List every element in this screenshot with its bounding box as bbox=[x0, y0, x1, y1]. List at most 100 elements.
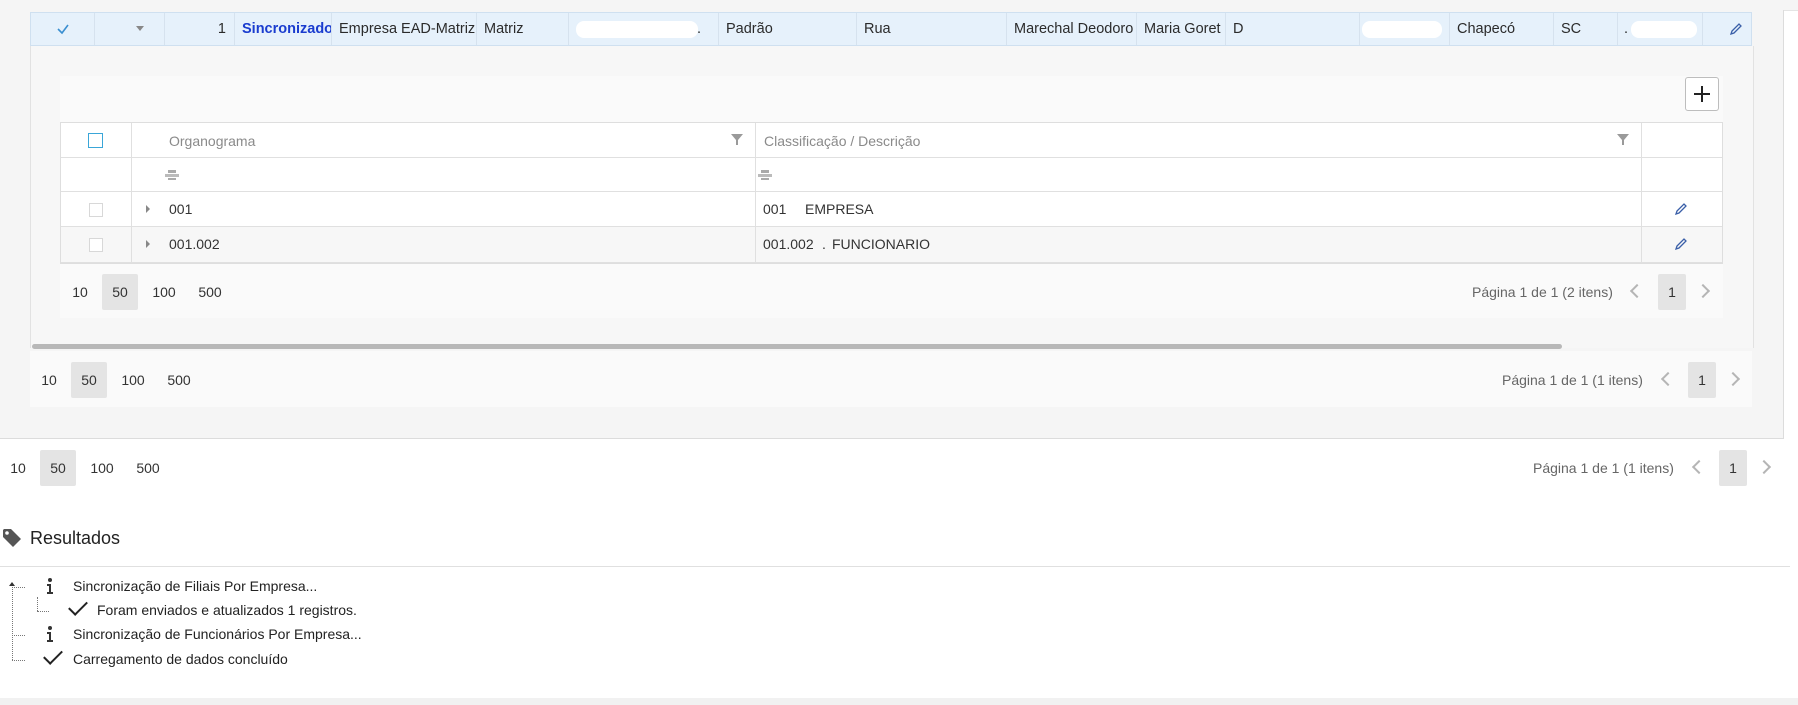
tree-item: Foram enviados e atualizados 1 registros… bbox=[97, 602, 357, 618]
redacted-value bbox=[576, 21, 698, 38]
header-actions bbox=[1642, 123, 1722, 158]
edit-cell[interactable] bbox=[1703, 13, 1751, 45]
page-size-500[interactable]: 500 bbox=[190, 274, 230, 310]
filter-organograma[interactable] bbox=[132, 158, 756, 192]
status-badge: Sincronizado bbox=[235, 13, 332, 45]
page-current[interactable]: 1 bbox=[1658, 274, 1686, 310]
page-current[interactable]: 1 bbox=[1719, 450, 1747, 486]
nome-cell: Maria Goret bbox=[1137, 13, 1226, 45]
header-descricao[interactable]: Classificação / Descrição bbox=[756, 123, 1642, 158]
check-icon bbox=[43, 645, 63, 665]
chevron-left-icon[interactable] bbox=[1691, 459, 1707, 475]
tipo-cell: Matriz bbox=[477, 13, 569, 45]
check-icon bbox=[68, 596, 88, 616]
filter-icon[interactable] bbox=[1616, 133, 1630, 147]
edit-cell[interactable] bbox=[1642, 227, 1722, 263]
table-row[interactable]: 1 Sincronizado Empresa EAD-Matriz Matriz… bbox=[30, 12, 1752, 46]
bottom-bar bbox=[0, 698, 1798, 705]
pencil-icon[interactable] bbox=[1729, 22, 1743, 36]
chevron-right-icon[interactable] bbox=[1725, 371, 1741, 387]
page-current[interactable]: 1 bbox=[1688, 362, 1716, 398]
caret-down-icon[interactable] bbox=[135, 25, 145, 33]
tree-line bbox=[12, 583, 13, 660]
chevron-left-icon[interactable] bbox=[1629, 283, 1645, 299]
page-size-10[interactable]: 10 bbox=[33, 362, 65, 398]
masked-cell: . bbox=[569, 13, 719, 45]
header-organograma[interactable]: Organograma bbox=[132, 123, 756, 158]
row-checkbox[interactable] bbox=[89, 203, 103, 217]
tree-item: Sincronização de Filiais Por Empresa... bbox=[73, 578, 318, 594]
table-row[interactable] bbox=[61, 227, 132, 263]
descricao-cell: 001 EMPRESA bbox=[756, 192, 1642, 227]
tree-item: Sincronização de Funcionários Por Empres… bbox=[73, 626, 362, 642]
logradouro-tipo-cell: Rua bbox=[857, 13, 1007, 45]
caret-right-icon[interactable] bbox=[145, 240, 151, 248]
page-size-50[interactable]: 50 bbox=[40, 450, 76, 486]
plus-icon[interactable] bbox=[1686, 78, 1718, 110]
organograma-cell: 001.002 bbox=[132, 227, 756, 263]
pager-inner: 10 50 100 500 Página 1 de 1 (2 itens) 1 bbox=[62, 274, 1722, 310]
tree-line bbox=[12, 660, 25, 661]
letra-cell: D bbox=[1226, 13, 1360, 45]
page-size-50[interactable]: 50 bbox=[102, 274, 138, 310]
filter-select-cell bbox=[61, 158, 132, 192]
results-title: Resultados bbox=[30, 528, 121, 548]
page-size-500[interactable]: 500 bbox=[159, 362, 199, 398]
chevron-left-icon[interactable] bbox=[1660, 371, 1676, 387]
logradouro-cell: Marechal Deodoro bbox=[1007, 13, 1137, 45]
row-number: 1 bbox=[165, 13, 235, 45]
page-info: Página 1 de 1 (1 itens) bbox=[1502, 372, 1643, 388]
row-select-cell[interactable] bbox=[31, 13, 95, 45]
collapse-icon[interactable] bbox=[8, 580, 16, 588]
filter-icon[interactable] bbox=[730, 133, 744, 147]
page-info: Página 1 de 1 (2 itens) bbox=[1472, 284, 1613, 300]
page-size-10[interactable]: 10 bbox=[64, 274, 96, 310]
tree-line bbox=[37, 611, 49, 612]
filter-options-icon[interactable] bbox=[758, 169, 772, 181]
padrao-cell: Padrão bbox=[719, 13, 857, 45]
redacted-value bbox=[1631, 21, 1697, 38]
masked-cell-3: . bbox=[1618, 13, 1703, 45]
tree-line bbox=[37, 597, 38, 611]
organograma-cell: 001 bbox=[132, 192, 756, 227]
masked-cell-2 bbox=[1360, 13, 1450, 45]
horizontal-scrollbar[interactable] bbox=[32, 344, 1562, 349]
pencil-icon[interactable] bbox=[1674, 237, 1688, 251]
page-size-10[interactable]: 10 bbox=[2, 450, 34, 486]
info-icon bbox=[47, 578, 53, 594]
filter-options-icon[interactable] bbox=[165, 169, 179, 181]
add-button[interactable] bbox=[1685, 77, 1719, 111]
divider bbox=[0, 566, 1790, 567]
filter-actions-cell bbox=[1642, 158, 1722, 192]
header-select[interactable] bbox=[61, 123, 132, 158]
tree-item: Carregamento de dados concluído bbox=[73, 651, 288, 667]
info-icon bbox=[47, 626, 53, 642]
page-size-50[interactable]: 50 bbox=[71, 362, 107, 398]
edit-cell[interactable] bbox=[1642, 192, 1722, 227]
tag-icon bbox=[3, 529, 21, 547]
pager-outer: 10 50 100 500 Página 1 de 1 (1 itens) 1 bbox=[0, 450, 1790, 486]
organograma-grid: Organograma Classificação / Descrição 00… bbox=[60, 122, 1723, 264]
caret-right-icon[interactable] bbox=[145, 205, 151, 213]
page-size-100[interactable]: 100 bbox=[113, 362, 153, 398]
descricao-cell: 001.002 . FUNCIONARIO bbox=[756, 227, 1642, 263]
cidade-cell: Chapecó bbox=[1450, 13, 1554, 45]
redacted-value bbox=[1362, 21, 1442, 38]
empresa-cell: Empresa EAD-Matriz bbox=[332, 13, 477, 45]
page-size-100[interactable]: 100 bbox=[144, 274, 184, 310]
chevron-right-icon[interactable] bbox=[1695, 283, 1711, 299]
uf-cell: SC bbox=[1554, 13, 1618, 45]
row-checkbox[interactable] bbox=[89, 238, 103, 252]
row-expand-cell[interactable] bbox=[95, 13, 165, 45]
page-size-100[interactable]: 100 bbox=[82, 450, 122, 486]
select-all-checkbox[interactable] bbox=[88, 133, 103, 148]
pager-middle: 10 50 100 500 Página 1 de 1 (1 itens) 1 bbox=[31, 362, 1751, 398]
pencil-icon[interactable] bbox=[1674, 202, 1688, 216]
filter-descricao[interactable] bbox=[756, 158, 1642, 192]
chevron-right-icon[interactable] bbox=[1756, 459, 1772, 475]
table-row[interactable] bbox=[61, 192, 132, 227]
tree-line bbox=[12, 635, 25, 636]
page-info: Página 1 de 1 (1 itens) bbox=[1533, 460, 1674, 476]
page-size-500[interactable]: 500 bbox=[128, 450, 168, 486]
check-icon[interactable] bbox=[56, 22, 70, 36]
